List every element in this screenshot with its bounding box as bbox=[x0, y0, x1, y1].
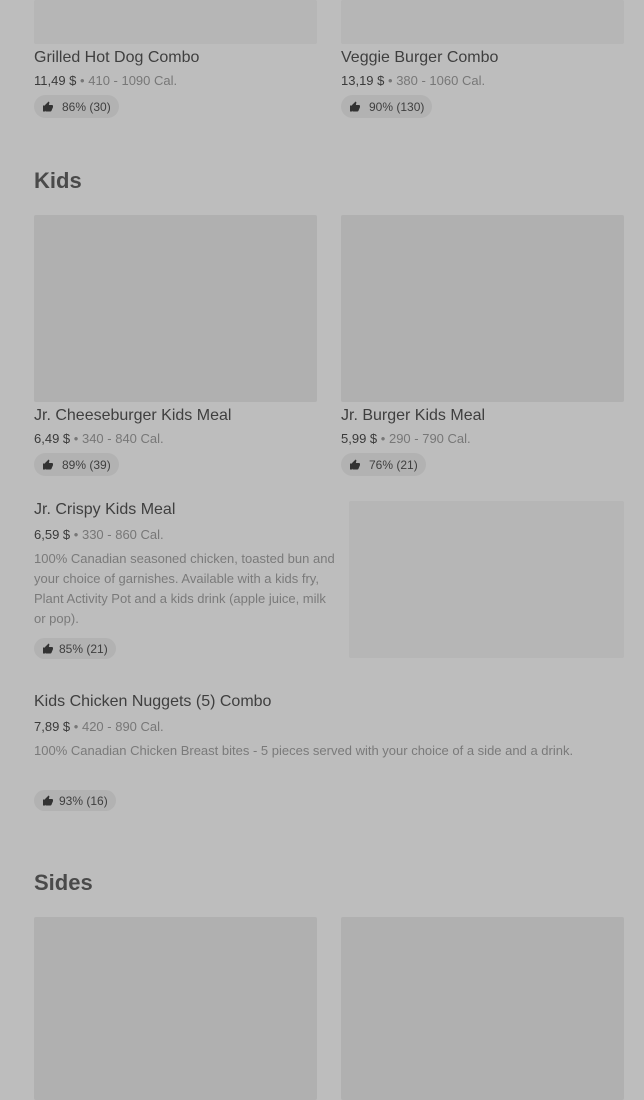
item-title[interactable]: Jr. Burger Kids Meal bbox=[341, 407, 485, 425]
item-meta: 6,49 $ • 340 - 840 Cal. bbox=[34, 431, 164, 446]
section-title-kids: Kids bbox=[34, 168, 82, 193]
sides-item-image-2[interactable] bbox=[341, 917, 624, 1100]
rating-text: 86% (30) bbox=[62, 99, 111, 114]
item-price: 6,59 $ bbox=[34, 527, 71, 542]
item-price: 6,49 $ bbox=[34, 431, 71, 446]
item-calories: 410 - 1090 Cal. bbox=[88, 73, 178, 88]
item-meta: 13,19 $ • 380 - 1060 Cal. bbox=[341, 73, 485, 88]
thumbs-up-icon bbox=[43, 795, 53, 805]
item-description: 100% Canadian seasoned chicken, toasted … bbox=[34, 551, 335, 626]
separator: • bbox=[380, 431, 386, 446]
kids-item-image-1[interactable] bbox=[34, 215, 317, 402]
combo-image-2[interactable] bbox=[341, 0, 624, 44]
item-title[interactable]: Jr. Crispy Kids Meal bbox=[34, 501, 175, 519]
rating-badge: 90% (130) bbox=[341, 95, 433, 118]
item-calories: 330 - 860 Cal. bbox=[81, 527, 164, 542]
thumbs-up-icon bbox=[43, 459, 53, 469]
rating-text: 85% (21) bbox=[59, 641, 108, 656]
rating-text: 90% (130) bbox=[369, 99, 425, 114]
kids-list-item-image[interactable] bbox=[349, 501, 624, 658]
section-title-sides: Sides bbox=[34, 870, 93, 895]
item-price: 7,89 $ bbox=[34, 719, 71, 734]
item-price: 11,49 $ bbox=[34, 73, 77, 88]
item-meta: 11,49 $ • 410 - 1090 Cal. bbox=[34, 73, 177, 88]
item-price: 5,99 $ bbox=[341, 431, 378, 446]
thumbs-up-icon bbox=[43, 643, 53, 653]
rating-text: 93% (16) bbox=[59, 793, 108, 808]
thumbs-up-icon bbox=[350, 101, 360, 111]
combo-image-1[interactable] bbox=[34, 0, 317, 44]
separator: • bbox=[73, 719, 79, 734]
thumbs-up-icon bbox=[43, 101, 53, 111]
item-title[interactable]: Kids Chicken Nuggets (5) Combo bbox=[34, 693, 271, 711]
item-meta: 6,59 $ • 330 - 860 Cal. bbox=[34, 527, 164, 542]
item-calories: 420 - 890 Cal. bbox=[81, 719, 164, 734]
rating-badge: 93% (16) bbox=[34, 790, 116, 811]
rating-badge: 89% (39) bbox=[34, 453, 119, 476]
separator: • bbox=[73, 527, 79, 542]
rating-text: 76% (21) bbox=[369, 457, 418, 472]
item-calories: 380 - 1060 Cal. bbox=[396, 73, 486, 88]
item-calories: 290 - 790 Cal. bbox=[388, 431, 471, 446]
rating-text: 89% (39) bbox=[62, 457, 111, 472]
item-calories: 340 - 840 Cal. bbox=[81, 431, 164, 446]
sides-item-image-1[interactable] bbox=[34, 917, 317, 1100]
rating-badge: 85% (21) bbox=[34, 638, 116, 659]
item-title[interactable]: Jr. Cheeseburger Kids Meal bbox=[34, 407, 231, 425]
kids-item-image-2[interactable] bbox=[341, 215, 624, 402]
separator: • bbox=[73, 431, 79, 446]
item-meta: 5,99 $ • 290 - 790 Cal. bbox=[341, 431, 471, 446]
separator: • bbox=[388, 73, 393, 88]
item-description: 100% Canadian Chicken Breast bites - 5 p… bbox=[34, 743, 574, 758]
item-title[interactable]: Veggie Burger Combo bbox=[341, 49, 498, 67]
item-meta: 7,89 $ • 420 - 890 Cal. bbox=[34, 719, 164, 734]
rating-badge: 76% (21) bbox=[341, 453, 426, 476]
item-title[interactable]: Grilled Hot Dog Combo bbox=[34, 49, 199, 67]
thumbs-up-icon bbox=[350, 459, 360, 469]
separator: • bbox=[80, 73, 85, 88]
rating-badge: 86% (30) bbox=[34, 95, 119, 118]
item-price: 13,19 $ bbox=[341, 73, 385, 88]
